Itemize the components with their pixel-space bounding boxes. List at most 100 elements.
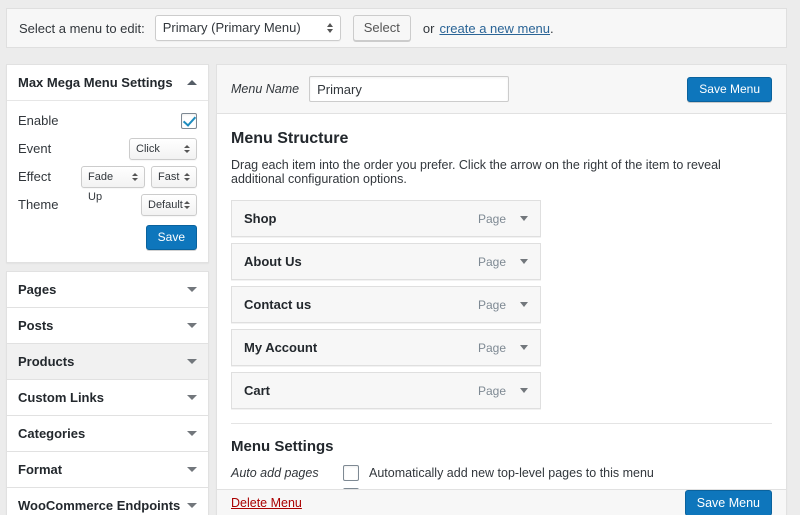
menu-settings-heading: Menu Settings [231,438,334,455]
chevron-down-icon[interactable] [520,259,528,264]
effect-control: Fade Up Fast [81,165,197,203]
auto-add-pages-row: Auto add pages Automatically add new top… [231,465,772,481]
theme-control: Default [141,193,197,216]
chevron-down-icon[interactable] [520,302,528,307]
create-new-menu-link[interactable]: create a new menu [439,21,550,36]
menu-item-row[interactable]: Contact us Page [231,286,541,323]
chevron-down-icon[interactable] [187,467,197,472]
chevron-down-icon[interactable] [187,503,197,508]
sidebar-item-custom-links[interactable]: Custom Links [6,379,209,415]
chevron-down-icon[interactable] [187,395,197,400]
sidebar-item-pages[interactable]: Pages [6,271,209,307]
accordion-header[interactable]: Categories [7,416,208,451]
enable-label: Enable [18,113,59,128]
menu-item-title: Cart [244,383,271,398]
menu-item-type: Page [477,254,506,269]
chevron-down-icon[interactable] [187,323,197,328]
chevron-up-icon[interactable] [187,80,197,85]
select-button[interactable]: Select [352,15,411,41]
chevron-down-icon[interactable] [187,287,197,292]
max-mega-menu-settings-panel: Max Mega Menu Settings Enable Event Clic… [6,64,209,263]
or-text: or [422,20,435,36]
accordion-header[interactable]: WooCommerce Endpoints [7,488,208,515]
chevron-down-icon[interactable] [187,359,197,364]
event-select[interactable]: Click [129,137,197,160]
delete-menu-link[interactable]: Delete Menu [231,496,302,510]
auto-add-pages-text: Automatically add new top-level pages to… [369,466,654,480]
menu-footer-bar: Delete Menu Save Menu [216,489,787,515]
select-arrows-icon [184,200,191,210]
menu-item-row[interactable]: Shop Page [231,200,541,237]
max-mega-menu-settings-body: Enable Event Click Effect Fade Up Fast T… [7,101,208,262]
sidebar-item-categories[interactable]: Categories [6,415,209,451]
select-arrows-icon [184,172,191,182]
accordion-header[interactable]: Format [7,452,208,487]
sidebar-item-posts[interactable]: Posts [6,307,209,343]
sidebar-item-products[interactable]: Products [6,343,209,379]
menu-name-input[interactable] [309,76,510,102]
accordion-label: Categories [18,426,86,441]
period-text: . [550,20,554,36]
accordion-header[interactable]: Custom Links [7,380,208,415]
accordion-label: Posts [18,318,54,333]
accordion-header[interactable]: Posts [7,308,208,343]
menu-item-type: Page [477,340,506,355]
effect-label: Effect [18,169,52,184]
menu-editor: Menu Name Save Menu Menu Structure Drag … [216,64,787,515]
mega-menu-save-row: Save [18,225,197,250]
theme-row: Theme Default [18,193,197,216]
menu-sources-accordion: Pages Posts Products Custom Links Catego… [6,271,209,515]
menu-structure-description: Drag each item into the order you prefer… [231,158,721,186]
menu-item-type: Page [477,211,506,226]
menu-structure-panel: Menu Structure Drag each item into the o… [216,113,787,515]
auto-add-pages-checkbox[interactable] [343,465,359,481]
event-select-value: Click [136,142,160,155]
auto-add-pages-line: Automatically add new top-level pages to… [343,465,772,481]
chevron-down-icon[interactable] [187,431,197,436]
menu-item-title: My Account [244,340,318,355]
enable-row: Enable [18,109,197,132]
accordion-header[interactable]: Pages [7,272,208,307]
save-menu-button-top[interactable]: Save Menu [687,76,772,102]
theme-label: Theme [18,197,59,212]
menu-select-dropdown[interactable]: Primary (Primary Menu) [154,15,341,41]
effect-row: Effect Fade Up Fast [18,165,197,203]
accordion-label: WooCommerce Endpoints [18,498,181,513]
select-arrows-icon [132,172,139,182]
auto-add-pages-control: Automatically add new top-level pages to… [343,465,772,481]
save-menu-button-bottom[interactable]: Save Menu [684,489,772,515]
menu-item-title: Shop [244,211,277,226]
menu-item-type: Page [477,297,506,312]
accordion-label: Custom Links [18,390,104,405]
menu-select-bar: Select a menu to edit: Primary (Primary … [6,8,787,48]
enable-control [181,112,197,129]
wordpress-menus-screen: Select a menu to edit: Primary (Primary … [0,0,800,515]
chevron-down-icon[interactable] [520,345,528,350]
sidebar-item-woocommerce-endpoints[interactable]: WooCommerce Endpoints [6,487,209,515]
select-arrows-icon [326,22,334,34]
menu-item-title: Contact us [244,297,312,312]
menu-item-row[interactable]: Cart Page [231,372,541,409]
mega-menu-save-button[interactable]: Save [145,225,197,250]
menu-item-row[interactable]: My Account Page [231,329,541,366]
menu-item-row[interactable]: About Us Page [231,243,541,280]
accordion-label: Pages [18,282,57,297]
auto-add-pages-label: Auto add pages [231,466,319,480]
panel-title: Max Mega Menu Settings [18,75,173,90]
accordion-header[interactable]: Products [7,344,208,379]
menu-items-list: Shop Page About Us Page Contact us Page … [231,200,541,409]
enable-checkbox[interactable] [181,112,197,129]
chevron-down-icon[interactable] [520,216,528,221]
create-new-menu-wrap: create a new menu. [439,21,553,36]
select-menu-label: Select a menu to edit: [19,20,145,36]
effect-select[interactable]: Fade Up [81,165,145,203]
max-mega-menu-settings-header[interactable]: Max Mega Menu Settings [7,65,208,101]
accordion-label: Format [18,462,63,477]
theme-select[interactable]: Default [141,193,197,216]
chevron-down-icon[interactable] [520,388,528,393]
sidebar-item-format[interactable]: Format [6,451,209,487]
event-control: Click [129,137,197,160]
select-arrows-icon [184,144,191,154]
effect-speed-select[interactable]: Fast [151,165,197,188]
sidebar: Max Mega Menu Settings Enable Event Clic… [6,64,209,515]
